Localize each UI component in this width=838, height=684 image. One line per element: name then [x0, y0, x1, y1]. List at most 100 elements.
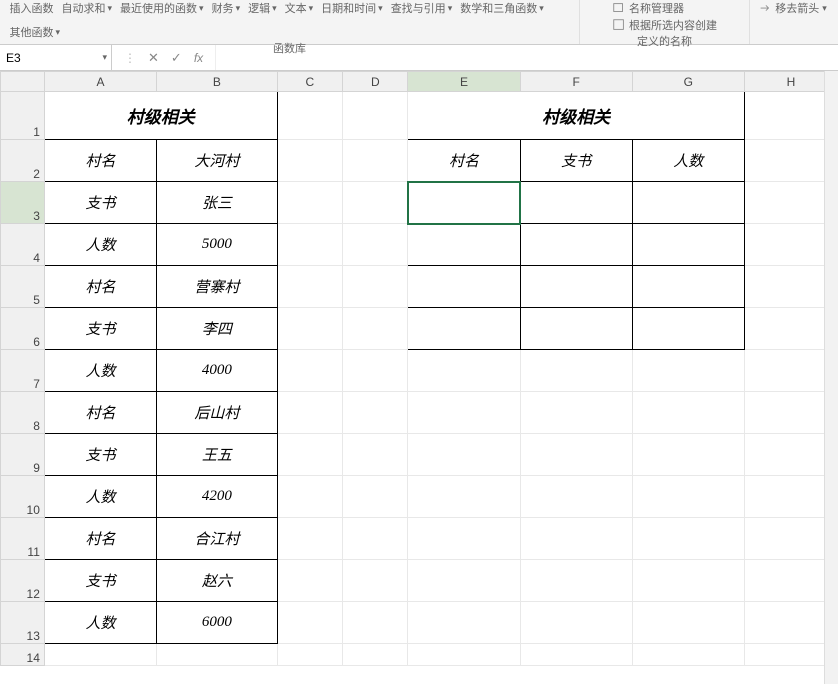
ribbon-item-financial[interactable]: 财务▾ — [212, 0, 241, 16]
row-head-9[interactable]: 9 — [1, 434, 45, 476]
row-head-2[interactable]: 2 — [1, 140, 45, 182]
cell[interactable] — [408, 644, 520, 666]
right-G-r3[interactable] — [632, 182, 744, 224]
col-head-D[interactable]: D — [343, 72, 408, 92]
cell[interactable] — [632, 434, 744, 476]
cell[interactable] — [632, 602, 744, 644]
cell[interactable] — [520, 602, 632, 644]
fx-icon[interactable]: fx — [194, 51, 203, 65]
cell[interactable] — [277, 224, 342, 266]
name-box[interactable]: ▾ — [0, 45, 112, 70]
cell[interactable] — [408, 518, 520, 560]
cell[interactable] — [520, 518, 632, 560]
dropdown-icon[interactable]: ▾ — [102, 52, 107, 63]
name-box-input[interactable] — [6, 51, 86, 65]
left-key-r10[interactable]: 人数 — [44, 476, 156, 518]
ribbon-item-lookup[interactable]: 查找与引用▾ — [391, 0, 453, 16]
cell[interactable] — [520, 392, 632, 434]
left-val-r2[interactable]: 大河村 — [157, 140, 278, 182]
left-key-r8[interactable]: 村名 — [44, 392, 156, 434]
left-val-r11[interactable]: 合江村 — [157, 518, 278, 560]
ribbon-item-math[interactable]: 数学和三角函数▾ — [460, 0, 544, 16]
cell[interactable] — [343, 560, 408, 602]
left-key-r2[interactable]: 村名 — [44, 140, 156, 182]
left-val-r7[interactable]: 4000 — [157, 350, 278, 392]
left-key-r9[interactable]: 支书 — [44, 434, 156, 476]
left-val-r4[interactable]: 5000 — [157, 224, 278, 266]
cell[interactable] — [520, 560, 632, 602]
cell[interactable] — [343, 644, 408, 666]
row-head-8[interactable]: 8 — [1, 392, 45, 434]
right-h3[interactable]: 人数 — [632, 140, 744, 182]
cell[interactable] — [343, 140, 408, 182]
col-head-F[interactable]: F — [520, 72, 632, 92]
left-key-r5[interactable]: 村名 — [44, 266, 156, 308]
left-key-r13[interactable]: 人数 — [44, 602, 156, 644]
row-head-5[interactable]: 5 — [1, 266, 45, 308]
left-key-r11[interactable]: 村名 — [44, 518, 156, 560]
ribbon-item-other[interactable]: 其他函数▾ — [10, 24, 61, 40]
row-head-11[interactable]: 11 — [1, 518, 45, 560]
cell[interactable] — [408, 560, 520, 602]
right-E-r6[interactable] — [408, 308, 520, 350]
cell[interactable] — [520, 350, 632, 392]
confirm-icon[interactable]: ✓ — [171, 50, 182, 66]
left-val-r9[interactable]: 王五 — [157, 434, 278, 476]
left-title[interactable]: 村级相关 — [44, 92, 277, 140]
cell[interactable] — [343, 350, 408, 392]
left-key-r7[interactable]: 人数 — [44, 350, 156, 392]
cell[interactable] — [277, 560, 342, 602]
col-head-C[interactable]: C — [277, 72, 342, 92]
cell[interactable] — [343, 182, 408, 224]
cell[interactable] — [343, 224, 408, 266]
ribbon-item-logical[interactable]: 逻辑▾ — [248, 0, 277, 16]
cell[interactable] — [277, 644, 342, 666]
cell[interactable] — [343, 308, 408, 350]
sheet-area[interactable]: A B C D E F G H 1村级相关村级相关2村名大河村村名支书人数3支书… — [0, 71, 838, 684]
right-G-r4[interactable] — [632, 224, 744, 266]
left-val-r8[interactable]: 后山村 — [157, 392, 278, 434]
right-title[interactable]: 村级相关 — [408, 92, 744, 140]
cell[interactable] — [277, 266, 342, 308]
row-head-6[interactable]: 6 — [1, 308, 45, 350]
select-all-corner[interactable] — [1, 72, 45, 92]
left-key-r3[interactable]: 支书 — [44, 182, 156, 224]
ribbon-item-datetime[interactable]: 日期和时间▾ — [321, 0, 383, 16]
left-val-r5[interactable]: 营寨村 — [157, 266, 278, 308]
cell[interactable] — [408, 350, 520, 392]
row-head-13[interactable]: 13 — [1, 602, 45, 644]
col-head-A[interactable]: A — [44, 72, 156, 92]
ribbon-name-manager[interactable]: 名称管理器 — [612, 0, 717, 16]
vertical-scrollbar[interactable] — [824, 71, 838, 684]
spreadsheet-grid[interactable]: A B C D E F G H 1村级相关村级相关2村名大河村村名支书人数3支书… — [0, 71, 838, 666]
left-val-r3[interactable]: 张三 — [157, 182, 278, 224]
cell[interactable] — [277, 140, 342, 182]
cell[interactable] — [408, 434, 520, 476]
cell[interactable] — [632, 476, 744, 518]
row-head-3[interactable]: 3 — [1, 182, 45, 224]
col-head-G[interactable]: G — [632, 72, 744, 92]
cell[interactable] — [277, 518, 342, 560]
cell[interactable] — [632, 518, 744, 560]
cell[interactable] — [277, 92, 342, 140]
cell[interactable] — [408, 392, 520, 434]
ribbon-item-recent[interactable]: 最近使用的函数▾ — [120, 0, 204, 16]
cell[interactable] — [343, 518, 408, 560]
cell[interactable] — [157, 644, 278, 666]
right-F-r5[interactable] — [520, 266, 632, 308]
col-head-B[interactable]: B — [157, 72, 278, 92]
right-E-r5[interactable] — [408, 266, 520, 308]
ribbon-item-autosum[interactable]: 自动求和▾ — [62, 0, 113, 16]
right-h2[interactable]: 支书 — [520, 140, 632, 182]
left-val-r13[interactable]: 6000 — [157, 602, 278, 644]
left-val-r12[interactable]: 赵六 — [157, 560, 278, 602]
col-head-E[interactable]: E — [408, 72, 520, 92]
cell[interactable] — [520, 476, 632, 518]
right-E-r3[interactable] — [408, 182, 520, 224]
cell[interactable] — [277, 434, 342, 476]
ribbon-item-insertfn[interactable]: 插入函数 — [10, 0, 54, 16]
right-G-r6[interactable] — [632, 308, 744, 350]
row-head-14[interactable]: 14 — [1, 644, 45, 666]
cell[interactable] — [408, 602, 520, 644]
cell[interactable] — [343, 434, 408, 476]
